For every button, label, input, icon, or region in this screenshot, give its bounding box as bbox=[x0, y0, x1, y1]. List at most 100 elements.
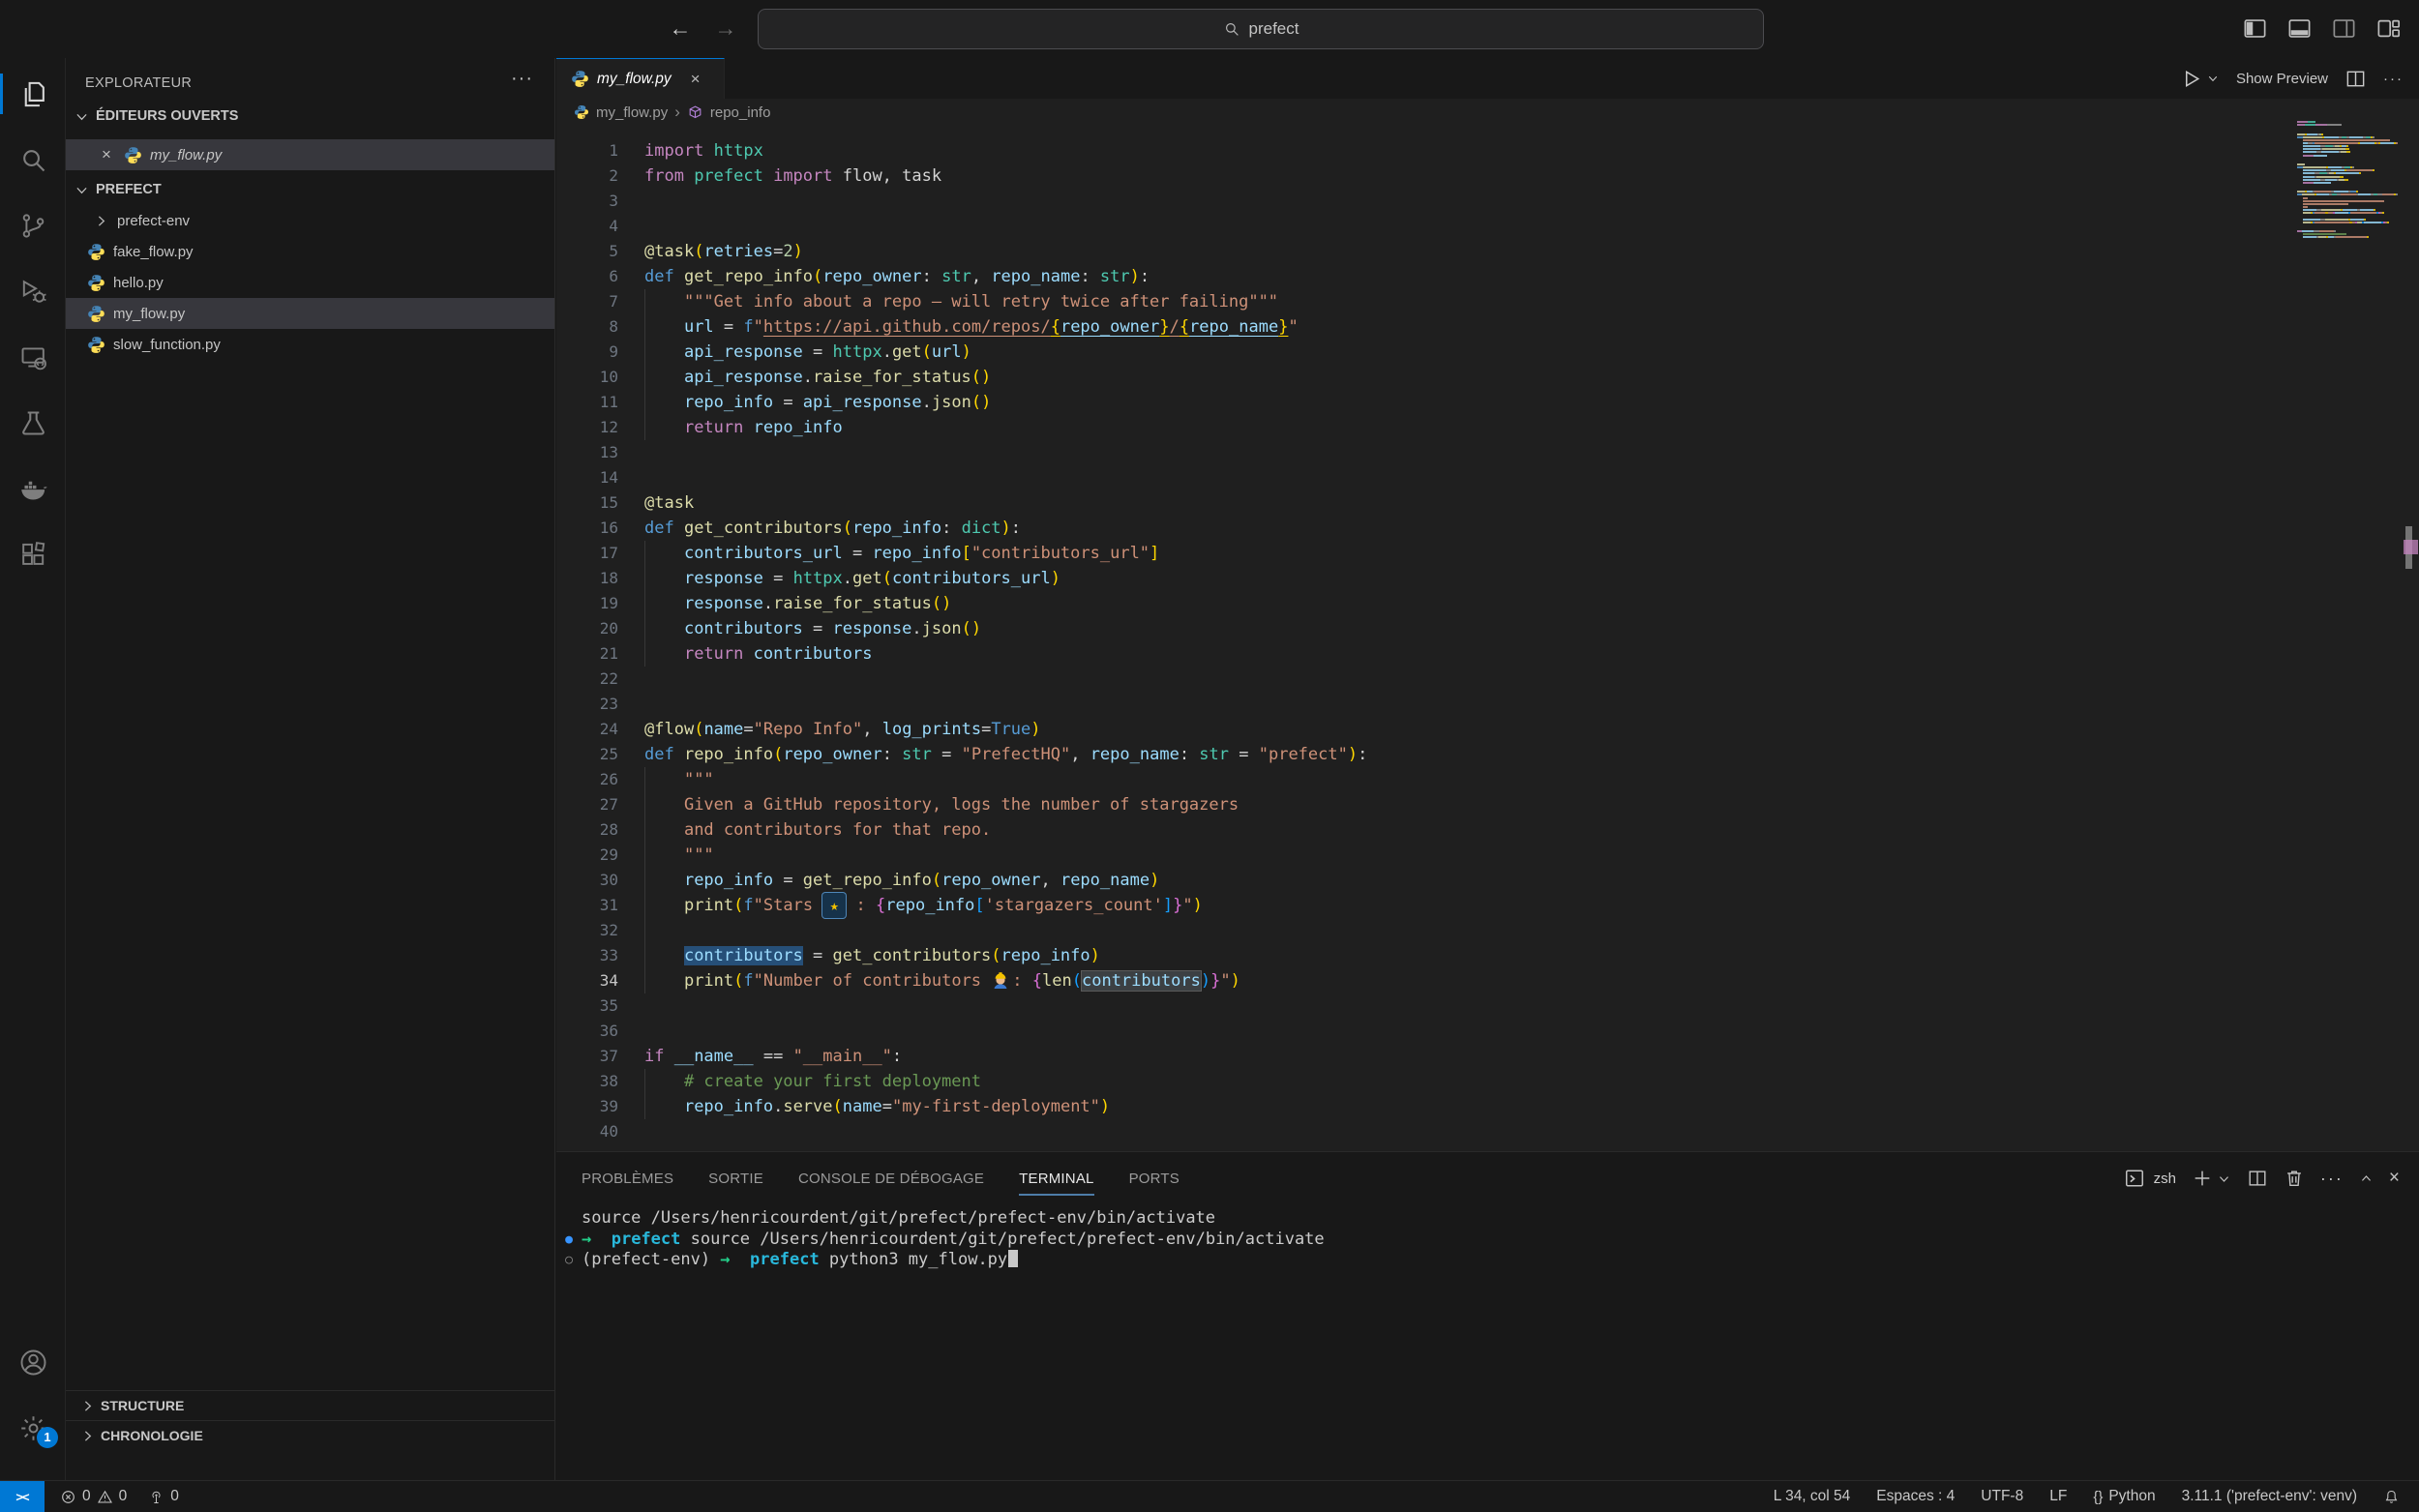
split-editor-icon[interactable] bbox=[2344, 68, 2367, 90]
code-line[interactable]: 28 and contributors for that repo. bbox=[556, 817, 2419, 843]
code-line[interactable]: 10 api_response.raise_for_status() bbox=[556, 365, 2419, 390]
maximize-panel-icon[interactable] bbox=[2359, 1171, 2374, 1186]
minimap[interactable] bbox=[2297, 121, 2398, 243]
panel-tab-ports[interactable]: PORTS bbox=[1129, 1152, 1180, 1204]
code-line[interactable]: 9 api_response = httpx.get(url) bbox=[556, 340, 2419, 365]
show-preview-button[interactable]: Show Preview bbox=[2236, 71, 2328, 87]
code-line[interactable]: 21 return contributors bbox=[556, 641, 2419, 667]
close-icon[interactable]: × bbox=[691, 70, 701, 89]
code-line[interactable]: 39 repo_info.serve(name="my-first-deploy… bbox=[556, 1094, 2419, 1119]
activity-extensions-icon[interactable] bbox=[0, 530, 66, 578]
activity-search-icon[interactable] bbox=[0, 135, 66, 184]
activity-remote-explorer-icon[interactable] bbox=[0, 333, 66, 381]
code-line[interactable]: 6def get_repo_info(repo_owner: str, repo… bbox=[556, 264, 2419, 289]
panel-more-actions-icon[interactable]: ··· bbox=[2320, 1169, 2344, 1189]
panel-tab-terminal[interactable]: TERMINAL bbox=[1019, 1152, 1093, 1204]
code-line[interactable]: 25def repo_info(repo_owner: str = "Prefe… bbox=[556, 742, 2419, 767]
bell-icon[interactable] bbox=[2383, 1489, 2400, 1505]
code-line[interactable]: 7 """Get info about a repo – will retry … bbox=[556, 289, 2419, 314]
chevron-down-icon[interactable] bbox=[2217, 1171, 2231, 1186]
code-line[interactable]: 24@flow(name="Repo Info", log_prints=Tru… bbox=[556, 717, 2419, 742]
close-panel-icon[interactable]: × bbox=[2389, 1168, 2400, 1189]
section-open-editors[interactable]: ÉDITEURS OUVERTS bbox=[66, 101, 554, 132]
code-line[interactable]: 17 contributors_url = repo_info["contrib… bbox=[556, 541, 2419, 566]
cursor-position[interactable]: L 34, col 54 bbox=[1774, 1488, 1851, 1505]
code-line[interactable]: 5@task(retries=2) bbox=[556, 239, 2419, 264]
toggle-secondary-sidebar-icon[interactable] bbox=[2331, 15, 2357, 42]
activity-source-control-icon[interactable] bbox=[0, 201, 66, 250]
code-line[interactable]: 29 """ bbox=[556, 843, 2419, 868]
back-button[interactable]: ← bbox=[666, 14, 695, 43]
code-line[interactable]: 30 repo_info = get_repo_info(repo_owner,… bbox=[556, 868, 2419, 893]
code-line[interactable]: 31 print(f"Stars ★ : {repo_info['stargaz… bbox=[556, 893, 2419, 918]
sidebar-more-actions-icon[interactable]: ··· bbox=[511, 68, 533, 90]
section-project[interactable]: PREFECT bbox=[66, 174, 554, 205]
terminal-profile[interactable]: zsh bbox=[2124, 1168, 2176, 1189]
toggle-panel-icon[interactable] bbox=[2286, 15, 2313, 42]
code-line[interactable]: 32 bbox=[556, 918, 2419, 943]
code-line[interactable]: 3 bbox=[556, 189, 2419, 214]
code-line[interactable]: 27 Given a GitHub repository, logs the n… bbox=[556, 792, 2419, 817]
split-terminal-icon[interactable] bbox=[2247, 1168, 2268, 1189]
code-line[interactable]: 38 # create your first deployment bbox=[556, 1069, 2419, 1094]
code-line[interactable]: 1import httpx bbox=[556, 138, 2419, 163]
problems-status[interactable]: 0 0 bbox=[60, 1488, 127, 1505]
customize-layout-icon[interactable] bbox=[2375, 15, 2402, 42]
breadcrumb-symbol[interactable]: repo_info bbox=[710, 104, 771, 121]
forward-button[interactable]: → bbox=[711, 14, 740, 43]
code-line[interactable]: 35 bbox=[556, 993, 2419, 1019]
section-structure[interactable]: STRUCTURE bbox=[66, 1390, 554, 1420]
python-interpreter[interactable]: 3.11.1 ('prefect-env': venv) bbox=[2182, 1488, 2357, 1505]
command-center-search[interactable]: prefect bbox=[758, 9, 1764, 49]
open-editor-item[interactable]: × my_flow.py bbox=[66, 139, 554, 170]
code-line[interactable]: 37if __name__ == "__main__": bbox=[556, 1044, 2419, 1069]
tab-my-flow[interactable]: my_flow.py × bbox=[556, 58, 725, 99]
kill-terminal-icon[interactable] bbox=[2284, 1168, 2305, 1189]
code-line[interactable]: 34 print(f"Number of contributors : {len… bbox=[556, 968, 2419, 993]
code-line[interactable]: 13 bbox=[556, 440, 2419, 465]
activity-settings-icon[interactable]: 1 bbox=[0, 1404, 66, 1452]
panel-tab-problèmes[interactable]: PROBLÈMES bbox=[582, 1152, 673, 1204]
code-line[interactable]: 8 url = f"https://api.github.com/repos/{… bbox=[556, 314, 2419, 340]
run-python-file-icon[interactable] bbox=[2181, 68, 2203, 90]
panel-tab-console de débogage[interactable]: CONSOLE DE DÉBOGAGE bbox=[798, 1152, 984, 1204]
activity-docker-icon[interactable] bbox=[0, 464, 66, 513]
code-line[interactable]: 33 contributors = get_contributors(repo_… bbox=[556, 943, 2419, 968]
code-line[interactable]: 12 return repo_info bbox=[556, 415, 2419, 440]
ports-status[interactable]: 0 bbox=[148, 1488, 179, 1505]
tree-item-fake_flow.py[interactable]: fake_flow.py bbox=[66, 236, 554, 267]
code-editor[interactable]: 1import httpx2from prefect import flow, … bbox=[556, 126, 2419, 1151]
tree-item-prefect-env[interactable]: prefect-env bbox=[66, 205, 554, 236]
code-line[interactable]: 16def get_contributors(repo_info: dict): bbox=[556, 516, 2419, 541]
toggle-sidebar-icon[interactable] bbox=[2242, 15, 2268, 42]
activity-testing-icon[interactable] bbox=[0, 399, 66, 447]
terminal-output[interactable]: source /Users/henricourdent/git/prefect/… bbox=[556, 1208, 2419, 1480]
code-line[interactable]: 2from prefect import flow, task bbox=[556, 163, 2419, 189]
close-icon[interactable]: × bbox=[97, 145, 116, 164]
code-line[interactable]: 15@task bbox=[556, 490, 2419, 516]
remote-indicator[interactable]: >< bbox=[0, 1481, 45, 1512]
code-line[interactable]: 14 bbox=[556, 465, 2419, 490]
activity-run-debug-icon[interactable] bbox=[0, 267, 66, 315]
code-line[interactable]: 18 response = httpx.get(contributors_url… bbox=[556, 566, 2419, 591]
breadcrumb-file[interactable]: my_flow.py bbox=[596, 104, 668, 121]
editor-more-actions-icon[interactable]: ··· bbox=[2383, 71, 2404, 87]
code-line[interactable]: 23 bbox=[556, 692, 2419, 717]
breadcrumb[interactable]: my_flow.py › repo_info bbox=[556, 99, 2419, 126]
code-line[interactable]: 40 bbox=[556, 1119, 2419, 1144]
activity-accounts-icon[interactable] bbox=[0, 1338, 66, 1386]
new-terminal-icon[interactable] bbox=[2192, 1168, 2213, 1189]
indentation-status[interactable]: Espaces : 4 bbox=[1876, 1488, 1955, 1505]
eol-status[interactable]: LF bbox=[2049, 1488, 2067, 1505]
code-line[interactable]: 26 """ bbox=[556, 767, 2419, 792]
code-line[interactable]: 4 bbox=[556, 214, 2419, 239]
tree-item-my_flow.py[interactable]: my_flow.py bbox=[66, 298, 554, 329]
language-mode[interactable]: {} Python bbox=[2093, 1488, 2155, 1505]
tree-item-slow_function.py[interactable]: slow_function.py bbox=[66, 329, 554, 360]
code-line[interactable]: 20 contributors = response.json() bbox=[556, 616, 2419, 641]
tree-item-hello.py[interactable]: hello.py bbox=[66, 267, 554, 298]
section-timeline[interactable]: CHRONOLOGIE bbox=[66, 1420, 554, 1450]
code-line[interactable]: 22 bbox=[556, 667, 2419, 692]
code-line[interactable]: 36 bbox=[556, 1019, 2419, 1044]
code-line[interactable]: 19 response.raise_for_status() bbox=[556, 591, 2419, 616]
